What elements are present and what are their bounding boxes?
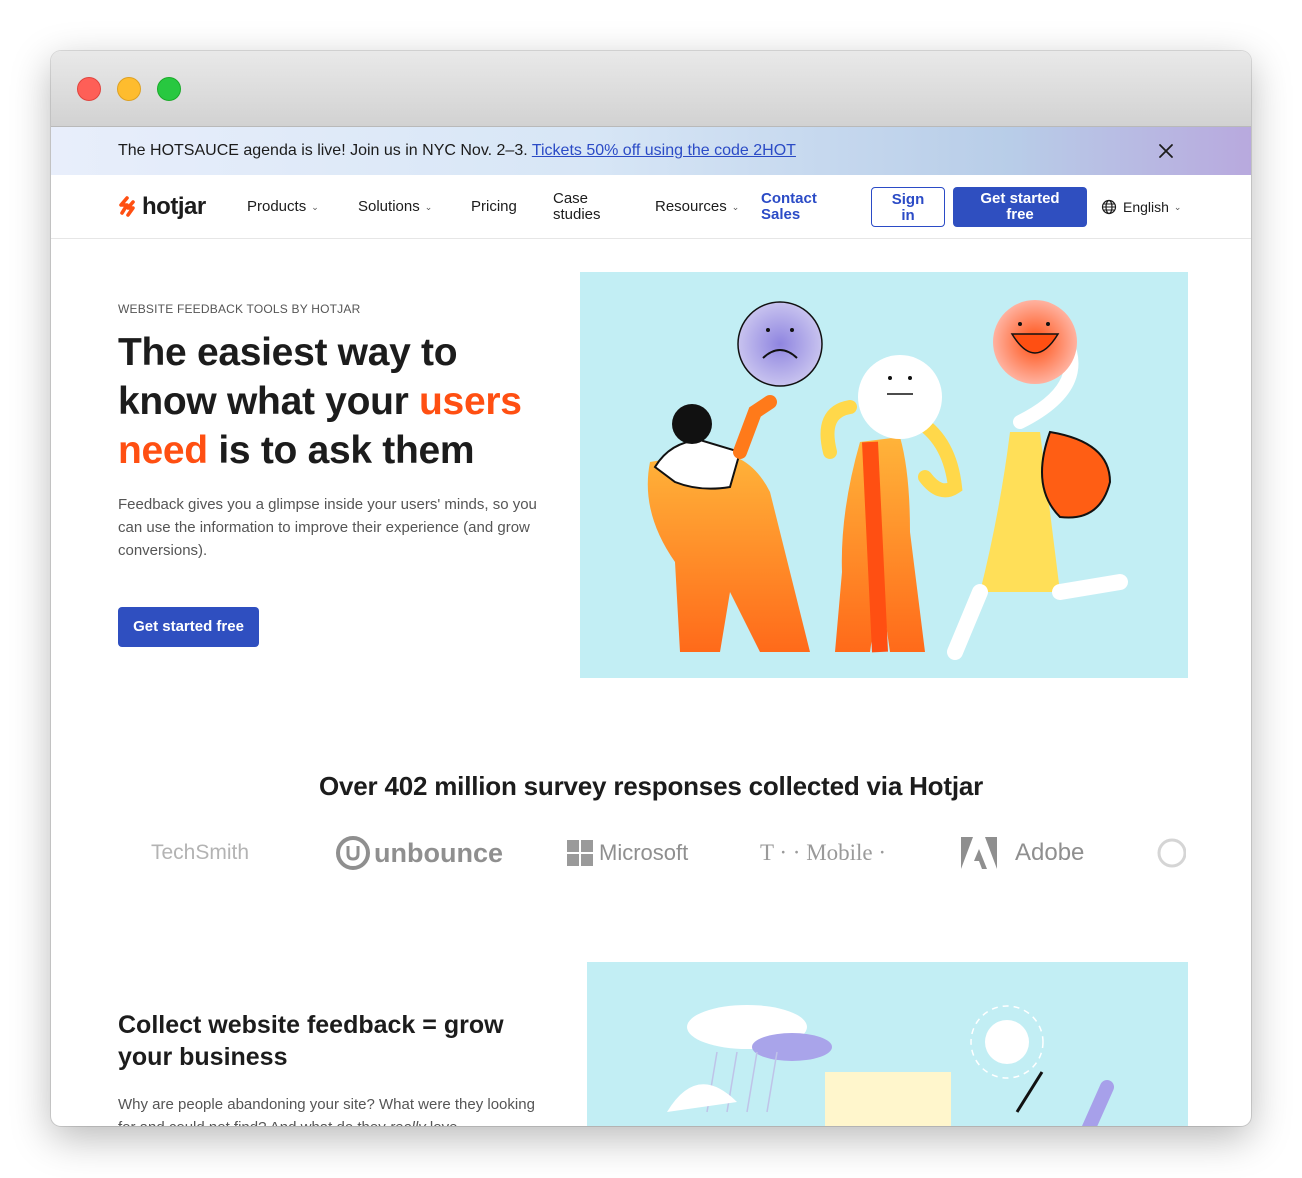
hero-illustration [580, 272, 1188, 678]
nav-solutions[interactable]: Solutions ⌄ [358, 199, 432, 215]
banner-message: The HOTSAUCE agenda is live! Join us in … [118, 142, 796, 160]
get-started-line2: free [1006, 206, 1034, 223]
nav-solutions-label: Solutions [358, 198, 420, 215]
minimize-window-button[interactable] [117, 77, 141, 101]
browser-window: The HOTSAUCE agenda is live! Join us in … [51, 51, 1251, 1126]
globe-icon [1101, 199, 1117, 215]
weather-people-illustration [667, 1005, 1114, 1126]
sign-in-line1: Sign [891, 191, 925, 208]
nav-contact-line2: Sales [761, 206, 801, 223]
microsoft-wordmark: Microsoft [599, 840, 689, 865]
hotjar-flame-icon [119, 196, 135, 217]
banner-tickets-link[interactable]: Tickets 50% off using the code 2HOT [532, 142, 796, 159]
headline-part1: The easiest way to know what your [118, 331, 458, 423]
language-selector[interactable]: English ⌄ [1101, 199, 1181, 215]
nav-resources-label: Resources [655, 198, 727, 215]
nav-pricing[interactable]: Pricing [471, 199, 517, 215]
unbounce-wordmark: unbounce [374, 837, 503, 868]
adobe-mark-icon [961, 837, 997, 869]
tmobile-logo: T · · Mobile · [760, 840, 887, 865]
partial-circle-logo-icon [1157, 838, 1186, 868]
announcement-banner: The HOTSAUCE agenda is live! Join us in … [51, 127, 1251, 175]
chevron-down-icon: ⌄ [424, 202, 433, 213]
chevron-down-icon: ⌄ [731, 202, 740, 213]
hero-subtitle: Feedback gives you a glimpse inside your… [118, 496, 537, 559]
section-feedback-text: Why are people abandoning your site? Wha… [118, 1093, 548, 1126]
nav-case-studies-line2: studies [553, 206, 601, 223]
sign-in-button[interactable]: Sign in [871, 187, 945, 227]
microsoft-grid-icon [567, 840, 593, 866]
hero-get-started-button[interactable]: Get started free [118, 607, 259, 647]
banner-text: The HOTSAUCE agenda is live! Join us in … [118, 142, 528, 159]
customer-logos-row: TechSmith unbounce Microsoft T · · Mobil… [146, 831, 1186, 881]
survey-stats-heading: Over 402 million survey responses collec… [318, 771, 984, 801]
nav-products-label: Products [247, 198, 307, 215]
maximize-window-button[interactable] [157, 77, 181, 101]
language-label: English [1123, 199, 1169, 215]
adobe-wordmark: Adobe [1015, 839, 1085, 866]
close-window-button[interactable] [77, 77, 101, 101]
nav-contact-line1: Contact [761, 190, 817, 207]
get-started-line1: Get started [980, 190, 1060, 207]
chevron-down-icon: ⌄ [311, 202, 319, 213]
hotjar-logo[interactable]: hotjar [118, 193, 206, 221]
nav-get-started-button[interactable]: Get started free [953, 187, 1087, 227]
adobe-logo: Adobe [961, 831, 1084, 875]
feedback-illustration [587, 962, 1188, 1126]
window-titlebar [51, 51, 1251, 127]
nav-products[interactable]: Products ⌄ [247, 199, 319, 215]
nav-contact-sales[interactable]: Contact Sales [761, 191, 817, 223]
unbounce-logo: unbounce [336, 831, 503, 875]
hero-headline: The easiest way to know what your users … [118, 328, 558, 475]
close-icon[interactable] [1158, 143, 1174, 159]
partial-logo [1156, 831, 1186, 875]
unbounce-mark-icon [336, 836, 370, 870]
techsmith-logo: TechSmith [151, 841, 250, 864]
section-text-part2: love [426, 1119, 458, 1126]
nav-case-studies-line1: Case [553, 190, 589, 207]
logo-wordmark: hotjar [142, 193, 206, 220]
people-with-emoji-faces-illustration [647, 300, 1128, 660]
main-navigation: hotjar Products ⌄ Solutions ⌄ Pricing Case… [51, 175, 1251, 239]
hero-eyebrow: WEBSITE FEEDBACK TOOLS BY HOTJAR [118, 302, 361, 316]
headline-part2: is to ask them [207, 429, 475, 472]
chevron-down-icon: ⌄ [1173, 201, 1182, 212]
section-feedback-heading: Collect website feedback = grow your bus… [118, 1011, 504, 1071]
sign-in-line2: in [901, 207, 915, 224]
nav-resources[interactable]: Resources ⌄ [655, 199, 739, 215]
microsoft-logo: Microsoft [567, 831, 688, 875]
section-text-part1: Why are people abandoning your site? Wha… [118, 1096, 535, 1126]
section-text-emphasis: really [390, 1119, 426, 1126]
nav-case-studies[interactable]: Case studies [553, 191, 601, 223]
